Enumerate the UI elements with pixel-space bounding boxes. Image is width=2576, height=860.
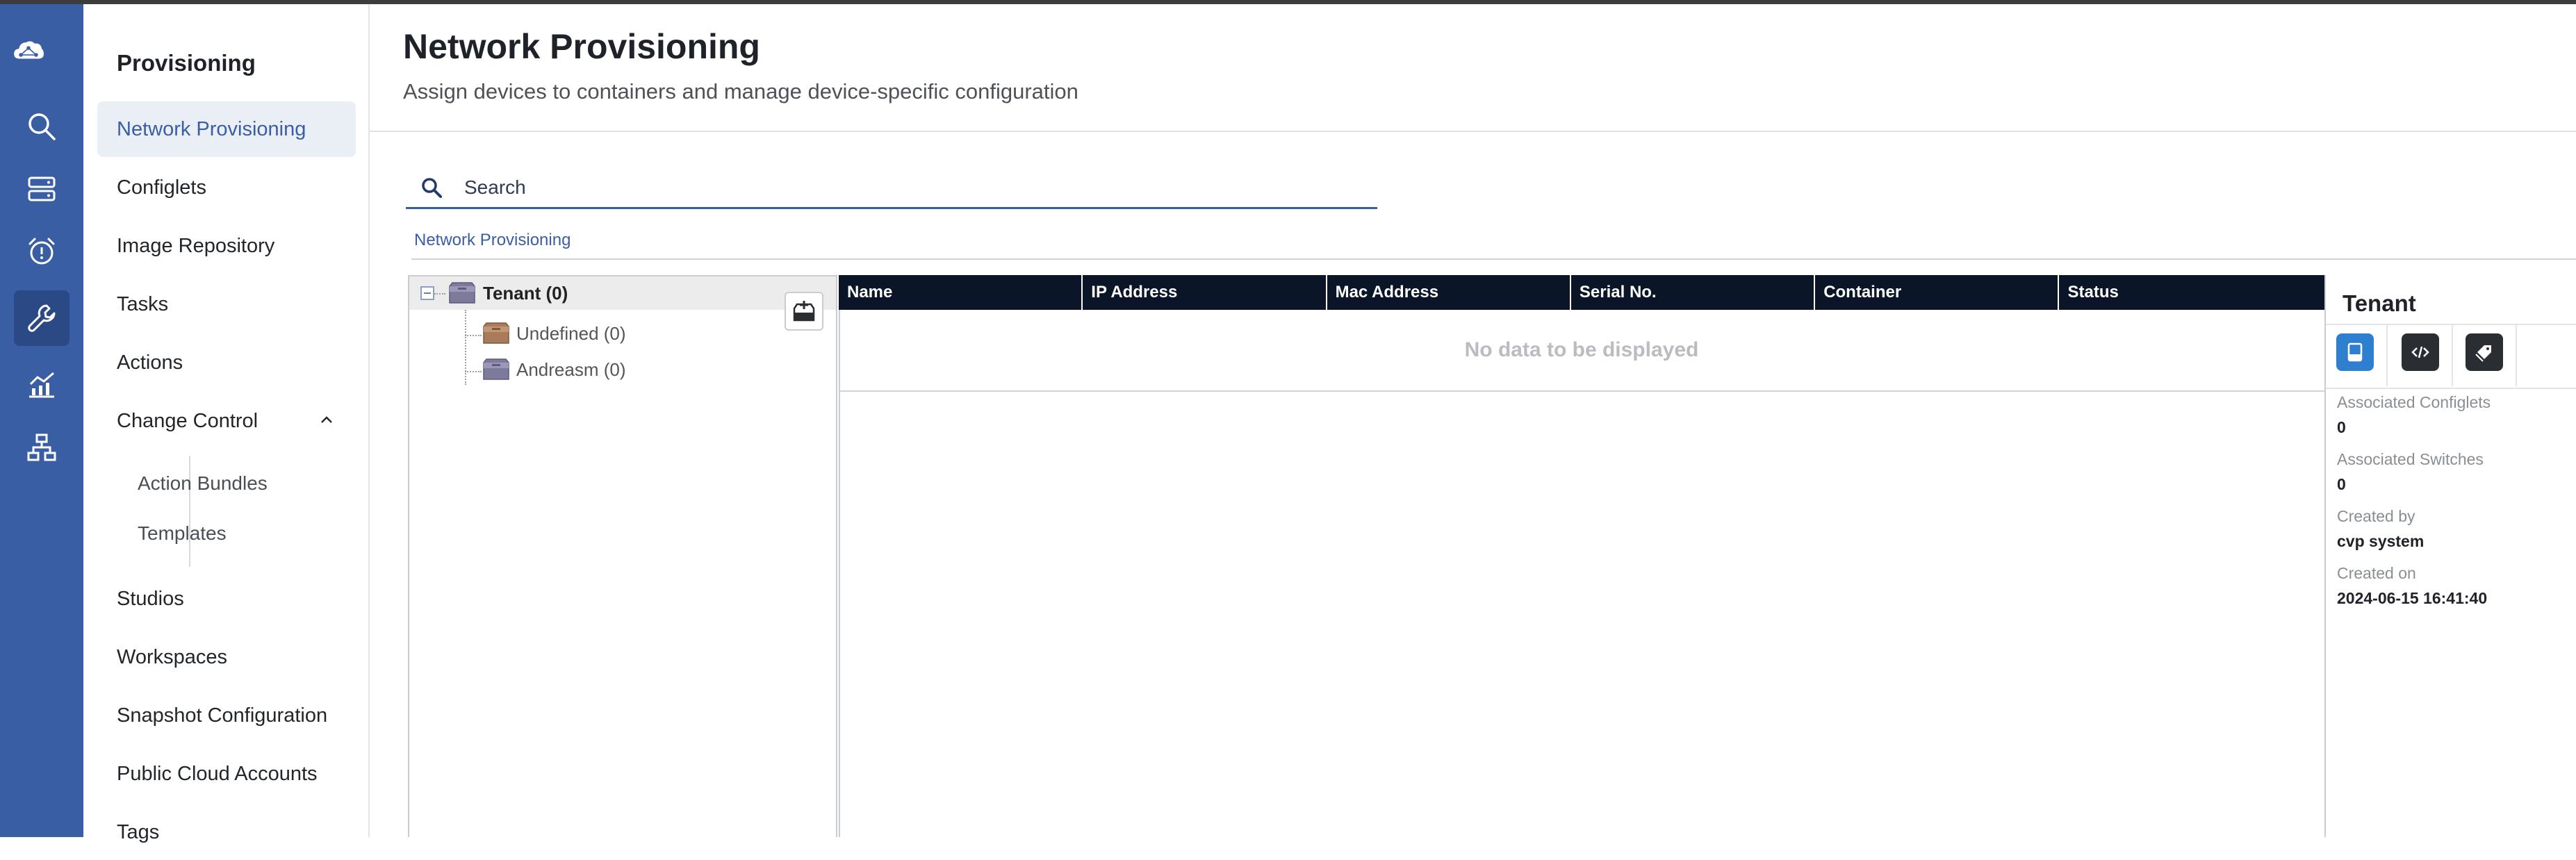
sidebar-item-snapshot-configuration[interactable]: Snapshot Configuration — [97, 688, 356, 743]
search-icon[interactable] — [14, 99, 69, 154]
chevron-up-icon[interactable] — [320, 413, 334, 427]
sidebar-item-network-provisioning[interactable]: Network Provisioning — [97, 101, 356, 157]
tree-node-undefined[interactable]: Undefined (0) — [482, 321, 626, 346]
sidebar-item-public-cloud-accounts[interactable]: Public Cloud Accounts — [97, 746, 356, 802]
page-title: Network Provisioning — [403, 27, 760, 66]
container-details-icon — [2347, 342, 2363, 362]
topology-icon[interactable] — [14, 420, 69, 475]
tags-icon — [2475, 345, 2491, 362]
tree-connector — [465, 371, 482, 372]
container-icon — [449, 282, 475, 304]
info-label-associated-configlets: Associated Configlets — [2337, 393, 2491, 411]
add-container-button[interactable] — [785, 292, 823, 331]
tree-connector — [465, 310, 466, 385]
info-value-associated-configlets: 0 — [2337, 418, 2346, 436]
breadcrumb[interactable]: Network Provisioning — [414, 231, 571, 250]
tree-node-label: Undefined (0) — [516, 322, 626, 344]
tab-separator — [2516, 325, 2517, 386]
tree-connector — [434, 293, 445, 295]
tree-node-label: Andreasm (0) — [516, 358, 626, 380]
header-divider — [370, 131, 2576, 132]
page-subtitle: Assign devices to containers and manage … — [403, 79, 1078, 104]
sidebar-item-action-bundles[interactable]: Action Bundles — [104, 458, 356, 508]
container-info-panel: Tenant Associated Configlets 0 Associate… — [2326, 276, 2576, 837]
column-header-serial-no[interactable]: Serial No. — [1571, 275, 1816, 310]
code-icon — [2411, 346, 2429, 358]
search-input[interactable] — [463, 176, 1299, 199]
sidebar-item-workspaces[interactable]: Workspaces — [97, 629, 356, 685]
sidebar-item-actions[interactable]: Actions — [97, 335, 356, 390]
sidebar-item-studios[interactable]: Studios — [97, 571, 356, 627]
tree-node-andreasm[interactable]: Andreasm (0) — [482, 357, 626, 382]
sidebar-item-change-control[interactable]: Change Control — [97, 393, 356, 449]
sidebar-item-image-repository[interactable]: Image Repository — [97, 218, 356, 274]
search-bar — [406, 168, 1377, 209]
column-header-status[interactable]: Status — [2059, 275, 2303, 310]
tree-node-tenant[interactable]: Tenant (0) — [447, 281, 568, 306]
info-label-associated-switches: Associated Switches — [2337, 450, 2484, 468]
add-container-icon — [793, 301, 815, 322]
tab-tags[interactable] — [2466, 333, 2503, 371]
container-tree-panel: Tenant (0) Undefined (0) Andreasm (0) — [408, 275, 837, 837]
tab-separator — [2386, 325, 2388, 386]
sidebar-item-configlets[interactable]: Configlets — [97, 160, 356, 215]
tab-container-details[interactable] — [2336, 333, 2374, 371]
main-content: Network Provisioning Assign devices to c… — [370, 4, 2576, 837]
tab-configlets[interactable] — [2402, 333, 2439, 371]
collapse-toggle-icon[interactable] — [420, 286, 434, 300]
tab-separator — [2452, 325, 2453, 386]
info-label-created-by: Created by — [2337, 507, 2415, 525]
empty-table-message: No data to be displayed — [839, 310, 2324, 392]
info-value-associated-switches: 0 — [2337, 475, 2346, 493]
info-panel-title: Tenant — [2343, 290, 2416, 316]
info-value-created-on: 2024-06-15 16:41:40 — [2337, 589, 2488, 607]
search-icon — [422, 178, 442, 198]
breadcrumb-divider — [411, 258, 2576, 260]
app-rail — [0, 4, 83, 837]
devices-table: Name IP Address Mac Address Serial No. C… — [839, 275, 2324, 392]
column-header-mac-address[interactable]: Mac Address — [1327, 275, 1571, 310]
column-header-ip-address[interactable]: IP Address — [1083, 275, 1327, 310]
cloud-logo-icon[interactable] — [13, 35, 71, 83]
container-icon — [483, 358, 509, 380]
alarm-icon[interactable] — [14, 224, 69, 279]
info-value-created-by: cvp system — [2337, 532, 2425, 550]
tree-connector — [465, 335, 482, 336]
metrics-icon[interactable] — [14, 357, 69, 413]
column-header-name[interactable]: Name — [839, 275, 1083, 310]
provisioning-sidebar: Provisioning Network Provisioning Config… — [83, 4, 370, 843]
sidebar-item-tasks[interactable]: Tasks — [97, 276, 356, 332]
sidebar-item-tags[interactable]: Tags — [97, 804, 356, 860]
wrench-icon[interactable] — [14, 290, 69, 346]
table-header: Name IP Address Mac Address Serial No. C… — [839, 275, 2324, 310]
tree-node-label: Tenant (0) — [483, 282, 568, 304]
info-panel-tabs — [2326, 324, 2576, 389]
sidebar-heading: Provisioning — [117, 50, 256, 76]
sidebar-item-templates[interactable]: Templates — [104, 508, 356, 559]
column-header-container[interactable]: Container — [1815, 275, 2060, 310]
devices-icon[interactable] — [14, 161, 69, 217]
info-label-created-on: Created on — [2337, 564, 2416, 582]
change-control-label: Change Control — [117, 409, 259, 432]
container-icon — [483, 322, 509, 344]
